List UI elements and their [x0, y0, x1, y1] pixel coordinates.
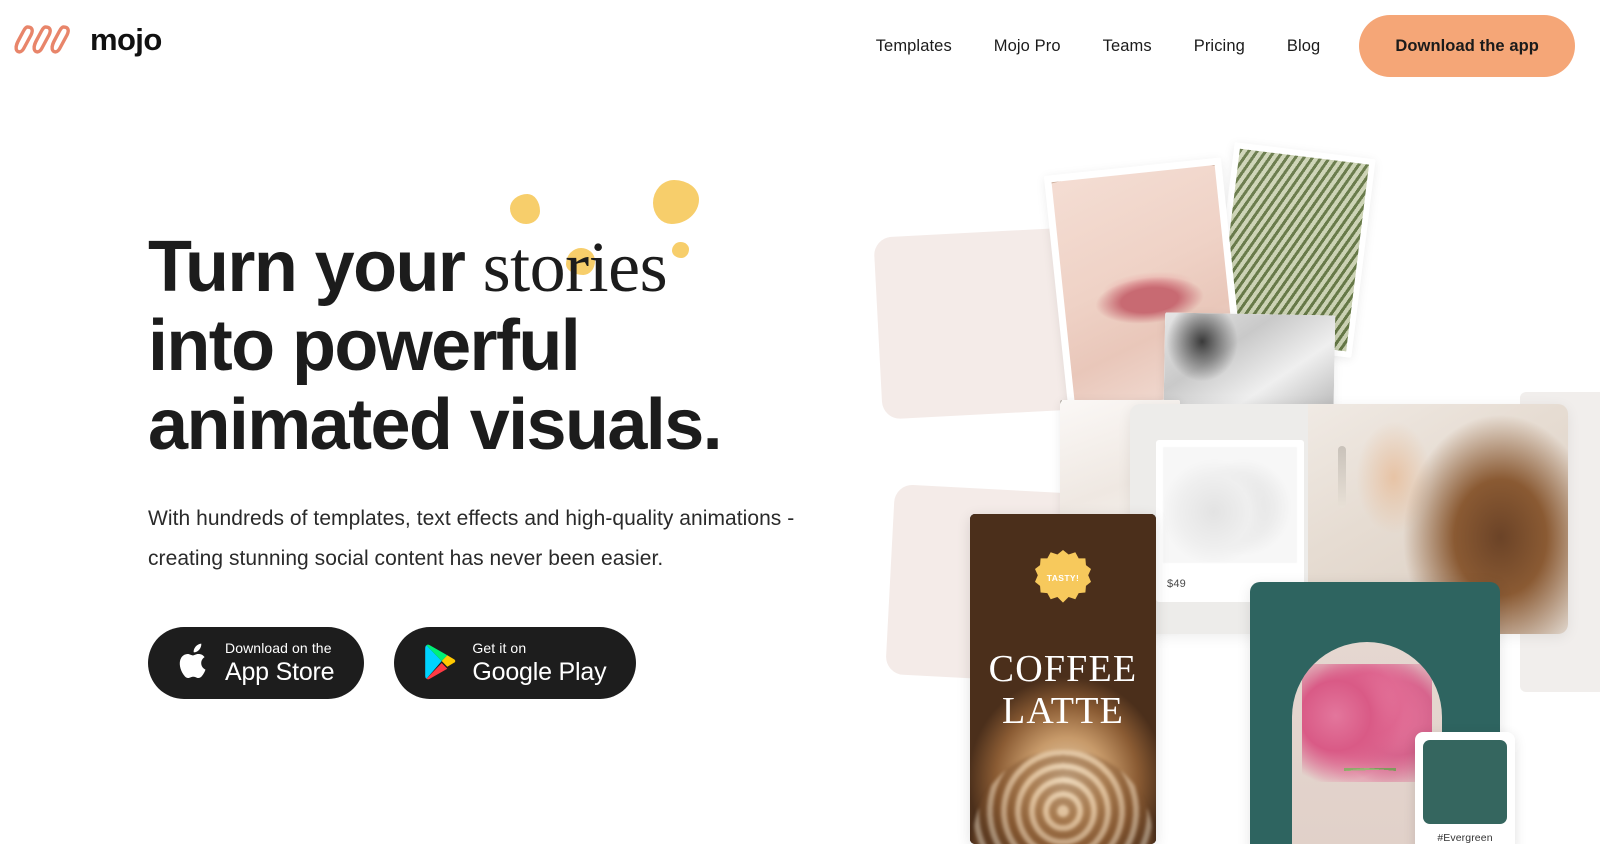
- headline-accent-word: stories: [482, 227, 668, 307]
- mojo-loops-icon: [14, 22, 80, 56]
- store-badges: Download on the App Store Get it on Goog…: [148, 627, 868, 699]
- swatch-label: #Evergreen: [1437, 832, 1493, 844]
- pink-flowers-image: [1302, 664, 1432, 782]
- app-store-sub-label: Download on the: [225, 640, 332, 656]
- hero-content: Turn your stories into powerful animated…: [148, 180, 868, 699]
- google-play-badge-text: Get it on Google Play: [472, 641, 606, 685]
- hero-collage: $49 TASTY! COFFEE LATTE #Evergreen: [860, 92, 1600, 844]
- logo-wordmark: mojo: [90, 21, 162, 57]
- google-play-icon: [424, 644, 457, 683]
- google-play-sub-label: Get it on: [472, 640, 527, 656]
- headline-line1-prefix: Turn your: [148, 227, 483, 307]
- coffee-title-line2: LATTE: [1001, 690, 1125, 732]
- product-price: $49: [1167, 578, 1186, 590]
- download-app-button[interactable]: Download the app: [1359, 15, 1575, 77]
- main-navigation: Templates Mojo Pro Teams Pricing Blog Do…: [855, 0, 1600, 92]
- nav-item-templates[interactable]: Templates: [855, 37, 973, 56]
- product-image: [1163, 447, 1297, 563]
- nav-item-blog[interactable]: Blog: [1266, 37, 1341, 56]
- page-title: Turn your stories into powerful animated…: [148, 180, 868, 465]
- headline-line3: animated visuals.: [148, 385, 723, 465]
- product-card: $49: [1156, 440, 1304, 602]
- google-play-main-label: Google Play: [472, 658, 607, 686]
- hero-subheadline: With hundreds of templates, text effects…: [148, 507, 795, 570]
- headline-line2: into powerful: [148, 306, 581, 386]
- app-store-badge-text: Download on the App Store: [225, 640, 335, 686]
- coffee-card-title: COFFEE LATTE: [970, 648, 1156, 732]
- apple-icon: [178, 643, 210, 684]
- swatch-color-chip: [1423, 740, 1507, 824]
- coffee-title-line1: COFFEE: [988, 648, 1138, 690]
- color-swatch-card: #Evergreen: [1415, 732, 1515, 844]
- accent-blob-icon: [653, 180, 699, 224]
- logo[interactable]: mojo: [14, 22, 162, 56]
- nav-item-pricing[interactable]: Pricing: [1173, 37, 1266, 56]
- tasty-badge-label: TASTY!: [1046, 573, 1080, 583]
- landing-page: mojo Templates Mojo Pro Teams Pricing Bl…: [0, 0, 1600, 844]
- nav-item-mojo-pro[interactable]: Mojo Pro: [973, 37, 1082, 56]
- accent-blob-icon: [672, 242, 689, 258]
- app-store-main-label: App Store: [225, 658, 335, 686]
- site-header: mojo Templates Mojo Pro Teams Pricing Bl…: [0, 0, 1600, 92]
- app-store-badge[interactable]: Download on the App Store: [148, 627, 365, 699]
- accent-blob-icon: [510, 194, 540, 224]
- google-play-badge[interactable]: Get it on Google Play: [394, 627, 637, 699]
- flower-stems-image: [1344, 768, 1396, 844]
- coffee-latte-card: TASTY! COFFEE LATTE: [970, 514, 1156, 844]
- nav-item-teams[interactable]: Teams: [1082, 37, 1173, 56]
